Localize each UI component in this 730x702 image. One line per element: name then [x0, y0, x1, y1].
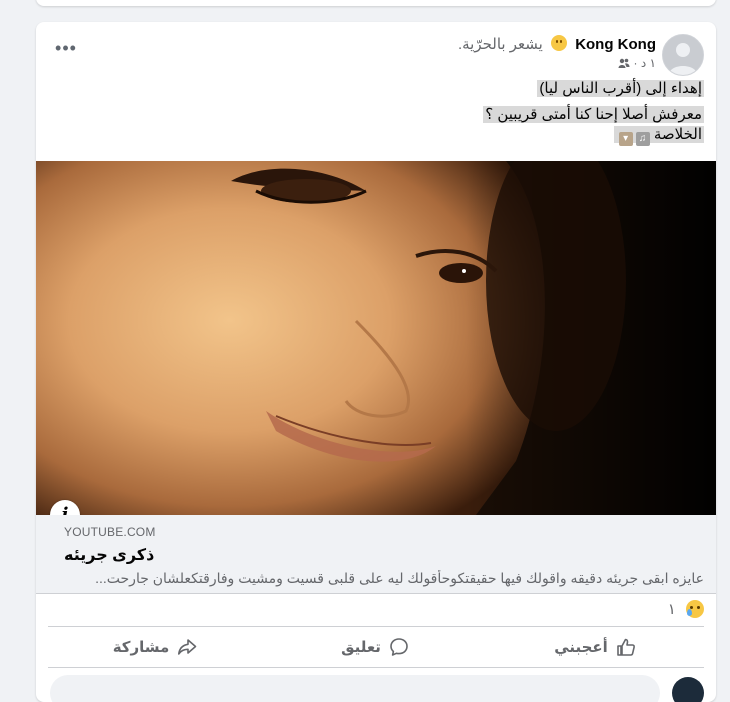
share-label: مشاركة [112, 639, 170, 656]
comment-label: تعليق [341, 639, 381, 656]
post-timestamp[interactable]: ١ د [641, 56, 656, 70]
link-preview-box[interactable]: YOUTUBE.COM ذكرى جريئه عايزه ابقى جريئه … [36, 515, 716, 594]
comment-button[interactable]: تعليق [266, 627, 484, 667]
author-line: Kong Kong يشعر بالحرّية. [458, 35, 656, 53]
like-label: أعجبني [554, 639, 608, 656]
previous-post-card [36, 0, 716, 6]
comment-input[interactable] [50, 675, 660, 702]
reaction-summary[interactable]: ١ [668, 600, 704, 618]
thumbs-down-emoji-icon: ▾ [618, 132, 633, 146]
share-arrow-icon [178, 639, 197, 655]
feeling-text: يشعر بالحرّية. [457, 36, 543, 53]
friends-audience-icon[interactable] [618, 57, 630, 69]
link-domain: YOUTUBE.COM [64, 525, 156, 539]
link-description: عايزه ابقى جريئه دقيقه واقولك فيها حقيقت… [95, 570, 704, 586]
share-button[interactable]: مشاركة [46, 627, 264, 667]
divider [48, 667, 704, 668]
author-avatar[interactable] [662, 34, 704, 76]
post-header: Kong Kong يشعر بالحرّية. ١ د · ••• [36, 22, 716, 82]
thumbs-up-icon [617, 638, 635, 656]
post-text-line: إهداء إلى (أقرب الناس ليا) [537, 80, 704, 97]
post-text: إهداء إلى (أقرب الناس ليا) معرفش أصلا إح… [64, 79, 704, 146]
like-button[interactable]: أعجبني [486, 627, 704, 667]
reaction-count: ١ [667, 601, 676, 618]
more-options-button[interactable]: ••• [50, 38, 82, 62]
comment-bubble-icon [390, 638, 408, 656]
link-preview-image[interactable] [36, 161, 716, 515]
smile-icon [551, 35, 568, 51]
post-text-line: معرفش أصلا إحنا كنا أمتى قريبين ؟ [483, 106, 704, 123]
headphones-emoji-icon: ♫ [635, 132, 650, 146]
post-actions: أعجبني تعليق مشاركة [48, 627, 704, 667]
sad-reaction-icon [686, 600, 704, 618]
post-text-line: الخلاصة [653, 126, 702, 143]
link-title[interactable]: ذكرى جريئه [64, 545, 154, 565]
post-meta: ١ د · [615, 56, 656, 70]
author-name[interactable]: Kong Kong [575, 36, 656, 53]
post-card: Kong Kong يشعر بالحرّية. ١ د · ••• إهداء… [36, 22, 716, 702]
